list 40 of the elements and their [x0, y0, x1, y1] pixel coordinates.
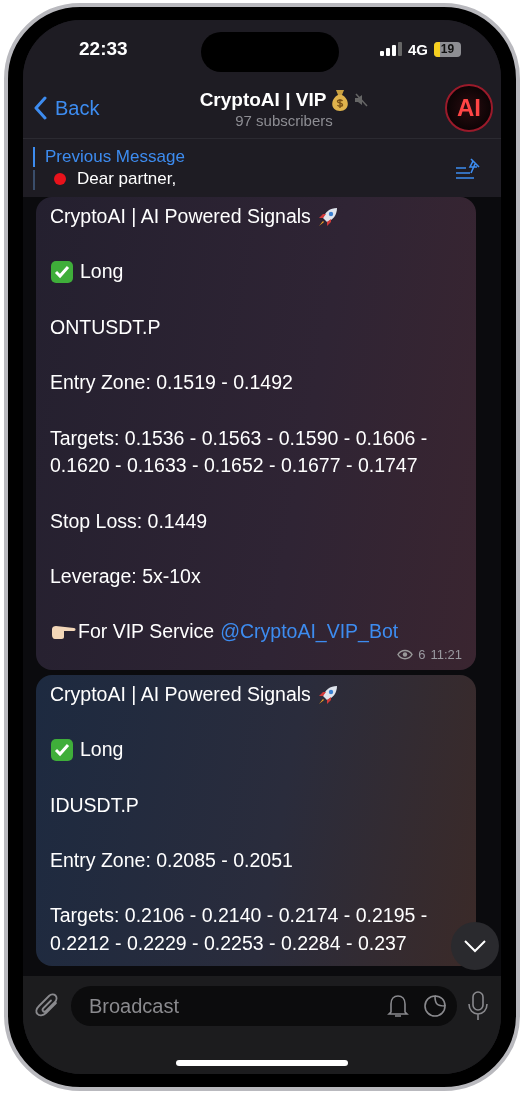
- battery-indicator: 19: [434, 41, 461, 57]
- pointing-hand-icon: [50, 623, 76, 642]
- message-title: CryptoAI | AI Powered Signals: [50, 681, 311, 707]
- trade-direction: Long: [80, 259, 124, 285]
- check-mark-icon: [50, 260, 74, 285]
- message-time: 11:21: [430, 647, 462, 662]
- stop-loss: Stop Loss: 0.1449: [50, 508, 208, 534]
- promo-text: For VIP Service: [78, 619, 215, 645]
- subscriber-count: 97 subscribers: [235, 111, 333, 129]
- record-dot-icon: [53, 172, 67, 186]
- bot-link[interactable]: @CryptoAI_VIP_Bot: [220, 618, 399, 647]
- entry-zone: Entry Zone: 0.2085 - 0.2051: [50, 848, 293, 873]
- chevron-down-icon: [463, 939, 487, 953]
- targets-text: Targets: 0.2106 - 0.2140 - 0.2174 - 0.2195 - 0.2212 - 0.2229 - 0.2253 - 0.2284 - 0.237: [50, 903, 429, 957]
- entry-zone: Entry Zone: 0.1519 - 0.1492: [50, 370, 293, 396]
- message-field[interactable]: Broadcast: [71, 986, 457, 1026]
- bell-icon[interactable]: [387, 994, 409, 1018]
- scroll-down-button[interactable]: [451, 922, 499, 970]
- channel-title[interactable]: CryptoAI | VIP: [199, 88, 327, 111]
- trading-pair: ONTUSDT.P: [50, 314, 161, 340]
- trade-direction: Long: [80, 737, 124, 763]
- pinned-text: Dear partner,: [77, 169, 177, 189]
- sticker-icon[interactable]: [423, 994, 447, 1018]
- pinned-label: Previous Message: [45, 147, 186, 167]
- views-eye-icon: [397, 649, 414, 661]
- signal-icon: [380, 42, 402, 56]
- channel-avatar[interactable]: AI: [445, 84, 493, 132]
- view-count: 6: [418, 647, 426, 662]
- trading-pair: IDUSDT.P: [50, 792, 139, 818]
- rocket-icon: [316, 205, 339, 228]
- check-mark-icon: [50, 738, 74, 763]
- status-time: 22:33: [79, 38, 128, 60]
- microphone-icon[interactable]: [467, 991, 489, 1021]
- targets-text: Targets: 0.1536 - 0.1563 - 0.1590 - 0.1606 - 0.1620 - 0.1633 - 0.1652 - 0.1677 - 0.1747: [50, 425, 429, 479]
- rocket-icon: [316, 683, 339, 706]
- leverage-text: Leverage: 5x-10x: [50, 564, 201, 590]
- message-title: CryptoAI | AI Powered Signals: [50, 204, 311, 229]
- network-label: 4G: [408, 40, 428, 58]
- back-button[interactable]: Back: [33, 96, 143, 120]
- chevron-left-icon: [33, 96, 47, 120]
